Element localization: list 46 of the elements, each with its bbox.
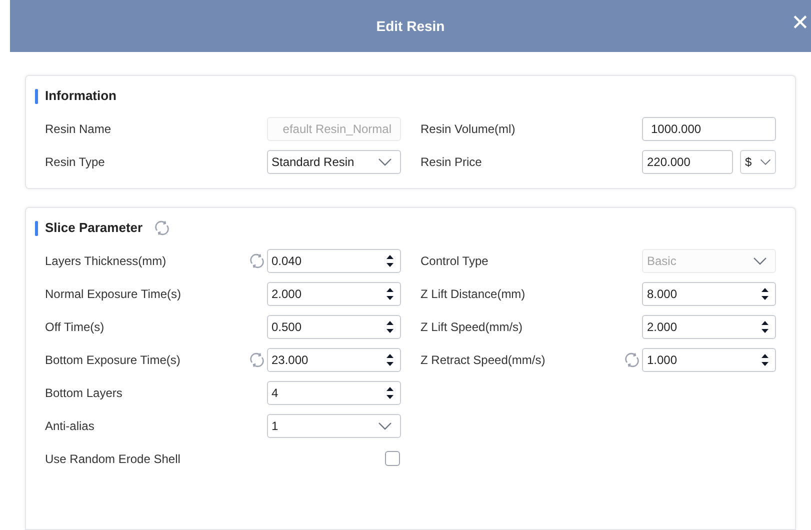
field-label: Z Retract Speed(mm/s)	[420, 352, 546, 368]
section-title: Slice Parameter	[45, 219, 143, 238]
checkbox[interactable]	[384, 451, 400, 466]
field-label: Resin Type	[45, 154, 106, 170]
field-label: Off Time(s)	[45, 318, 106, 336]
number-field[interactable]: 2.000	[642, 314, 776, 338]
price-field[interactable]: 220.000	[642, 150, 733, 174]
number-field[interactable]: 0.500	[266, 314, 400, 338]
field-label: Control Type	[420, 252, 490, 270]
field-label: Bottom Layers	[45, 384, 124, 402]
spin-arrows-icon[interactable]	[386, 286, 394, 300]
spin-arrows-icon[interactable]	[386, 320, 394, 334]
field-label: Resin Price	[420, 154, 483, 170]
chevron-down-icon	[378, 158, 392, 166]
field-label: Layers Thickness(mm)	[45, 252, 168, 270]
chevron-down-icon	[760, 158, 771, 166]
spin-arrows-icon[interactable]	[761, 352, 769, 366]
spin-arrows-icon[interactable]	[386, 386, 394, 400]
accent-bar	[35, 88, 38, 104]
chevron-down-icon	[378, 422, 392, 430]
field-label: Z Lift Distance(mm)	[420, 286, 526, 302]
spin-arrows-icon[interactable]	[386, 254, 394, 268]
number-field[interactable]: 1.000	[642, 348, 776, 372]
number-field[interactable]: 8.000	[642, 282, 776, 306]
spin-arrows-icon[interactable]	[386, 352, 394, 366]
field-label: Resin Name	[45, 120, 112, 138]
chevron-down-icon	[753, 256, 767, 264]
spin-arrows-icon[interactable]	[761, 286, 769, 300]
field-label: Use Random Erode Shell	[45, 450, 182, 468]
field-label: Anti-alias	[45, 418, 96, 434]
number-field[interactable]: 0.040	[266, 248, 400, 272]
dropdown[interactable]: 1	[266, 414, 400, 438]
spin-arrows-icon[interactable]	[761, 320, 769, 334]
number-field[interactable]: 2.000	[266, 282, 400, 306]
section-title: Information	[45, 87, 116, 106]
window-title: Edit Resin	[376, 16, 445, 36]
number-field[interactable]: 23.000	[266, 348, 400, 372]
accent-bar	[35, 220, 38, 236]
currency-dropdown[interactable]: $	[740, 150, 776, 174]
field-label: Normal Exposure Time(s)	[45, 286, 182, 302]
text-field[interactable]: 1000.000	[642, 116, 776, 140]
field-label: Z Lift Speed(mm/s)	[420, 318, 524, 336]
field-label: Bottom Exposure Time(s)	[45, 352, 182, 368]
number-field[interactable]: 4	[266, 380, 400, 404]
field-label: Resin Volume(ml)	[420, 120, 516, 138]
dropdown[interactable]: Standard Resin	[266, 150, 400, 174]
